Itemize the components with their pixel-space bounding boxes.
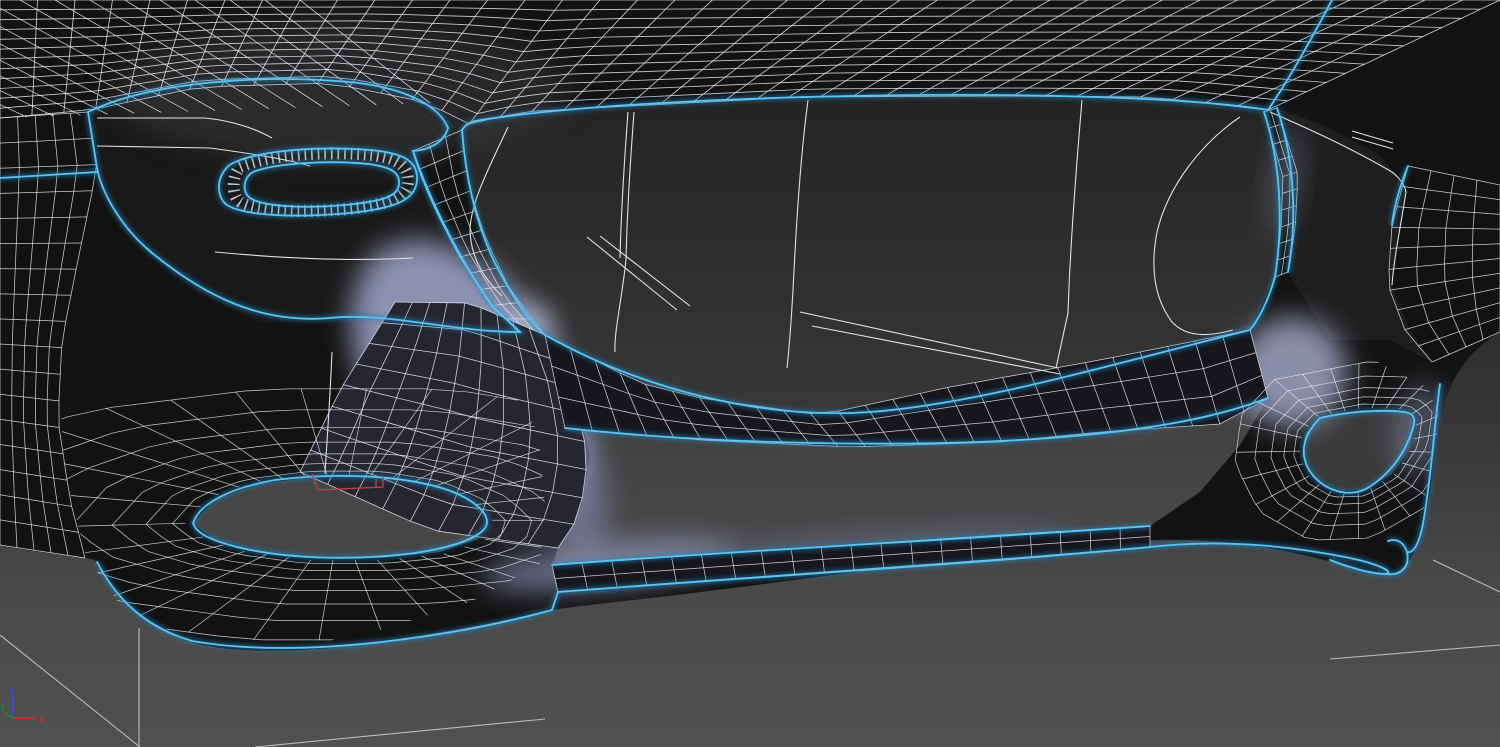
viewport-3d[interactable]: Z x Y [0,0,1500,747]
axis-z-label: Z [9,688,15,698]
wireframe-canvas [0,0,1500,747]
axis-y-line [4,712,14,719]
axis-y-label: Y [0,704,6,714]
axis-gizmo: Z x Y [0,688,45,725]
axis-x-label: x [39,715,45,725]
